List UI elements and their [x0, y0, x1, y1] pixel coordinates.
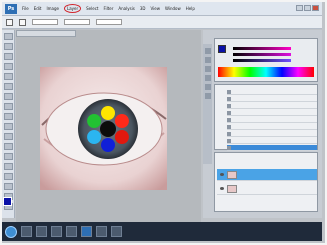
- history-state-row[interactable]: [227, 110, 317, 116]
- color-panel: [214, 38, 318, 82]
- taskbar-app-icon[interactable]: [36, 226, 47, 237]
- history-state-icon: [227, 139, 231, 143]
- close-button[interactable]: [312, 5, 319, 11]
- menu-analysis[interactable]: Analysis: [118, 6, 134, 11]
- iris-color-dot: [101, 138, 115, 152]
- taskbar-app-icon[interactable]: [111, 226, 122, 237]
- layer-row[interactable]: [217, 169, 317, 181]
- color-panel-foreground-swatch[interactable]: [218, 45, 226, 53]
- menu-3d[interactable]: 3D: [140, 6, 146, 11]
- panel-icon-5[interactable]: [204, 84, 211, 90]
- menu-help[interactable]: Help: [186, 6, 195, 11]
- opacity-field[interactable]: [64, 19, 90, 25]
- history-state-icon: [227, 111, 231, 115]
- move-tool-icon[interactable]: [3, 33, 13, 40]
- foreground-color-swatch[interactable]: [3, 197, 12, 206]
- marquee-tool-icon[interactable]: [3, 43, 13, 50]
- iris-color-dot: [87, 130, 102, 144]
- history-state-row[interactable]: [227, 103, 317, 109]
- lasso-tool-icon[interactable]: [3, 53, 13, 60]
- visibility-eye-icon[interactable]: [220, 187, 224, 190]
- eraser-tool-icon[interactable]: [3, 133, 13, 140]
- mode-select[interactable]: [32, 19, 58, 25]
- history-state-row[interactable]: [227, 117, 317, 123]
- eyedropper-tool-icon[interactable]: [3, 83, 13, 90]
- taskbar-app-icon[interactable]: [21, 226, 32, 237]
- layers-panel: [214, 152, 318, 212]
- menu-edit[interactable]: Edit: [34, 6, 42, 11]
- toolbox: [2, 30, 15, 218]
- menu-window[interactable]: Window: [165, 6, 181, 11]
- history-panel: [214, 84, 318, 151]
- panel-icon-1[interactable]: [204, 48, 211, 54]
- gradient-tool-icon[interactable]: [3, 143, 13, 150]
- panel-icon-6[interactable]: [204, 93, 211, 99]
- options-bar: [2, 16, 322, 29]
- visibility-eye-icon[interactable]: [220, 173, 224, 176]
- menu-layer[interactable]: Layer: [63, 4, 82, 13]
- layer-thumbnail: [227, 185, 237, 193]
- crop-tool-icon[interactable]: [3, 73, 13, 80]
- windows-taskbar: [2, 222, 322, 241]
- history-state-icon: [227, 97, 231, 101]
- window-controls: [296, 5, 319, 11]
- pupil: [100, 121, 116, 137]
- menu-image[interactable]: Image: [46, 6, 59, 11]
- color-spectrum-bar[interactable]: [218, 67, 314, 77]
- quick-select-tool-icon[interactable]: [3, 63, 13, 70]
- taskbar-photoshop-icon[interactable]: [81, 226, 92, 237]
- flow-field[interactable]: [96, 19, 122, 25]
- taskbar-app-icon[interactable]: [66, 226, 77, 237]
- document-tab[interactable]: [16, 30, 76, 37]
- history-state-row[interactable]: [227, 138, 317, 144]
- panel-icon-4[interactable]: [204, 75, 211, 81]
- clone-stamp-tool-icon[interactable]: [3, 113, 13, 120]
- taskbar-app-icon[interactable]: [96, 226, 107, 237]
- layer-thumbnail: [227, 171, 237, 179]
- layer-row[interactable]: [217, 183, 317, 195]
- history-state-row[interactable]: [227, 124, 317, 130]
- menu-file[interactable]: File: [22, 6, 29, 11]
- brush-tool-icon[interactable]: [3, 103, 13, 110]
- dodge-tool-icon[interactable]: [3, 163, 13, 170]
- history-state-row[interactable]: [227, 145, 317, 151]
- history-state-row[interactable]: [227, 96, 317, 102]
- photoshop-logo: Ps: [5, 3, 17, 14]
- red-slider[interactable]: [233, 47, 291, 50]
- healing-tool-icon[interactable]: [3, 93, 13, 100]
- iris-color-dot: [114, 114, 129, 128]
- history-state-icon: [227, 132, 231, 136]
- history-state-icon: [227, 146, 231, 150]
- iris-color-dot: [114, 130, 129, 144]
- history-state-row[interactable]: [227, 131, 317, 137]
- menu-bar: Ps File Edit Image Layer Select Filter A…: [2, 2, 322, 16]
- iris-color-dot: [101, 106, 115, 120]
- pen-tool-icon[interactable]: [3, 173, 13, 180]
- panel-icon-3[interactable]: [204, 66, 211, 72]
- panel-icon-strip: [203, 44, 212, 164]
- eye-photo[interactable]: [40, 67, 167, 190]
- history-brush-tool-icon[interactable]: [3, 123, 13, 130]
- type-tool-icon[interactable]: [3, 183, 13, 190]
- menu-view[interactable]: View: [151, 6, 161, 11]
- menu-select[interactable]: Select: [86, 6, 98, 11]
- history-state-icon: [227, 118, 231, 122]
- panel-icon-2[interactable]: [204, 57, 211, 63]
- menu-filter[interactable]: Filter: [103, 6, 113, 11]
- blur-tool-icon[interactable]: [3, 153, 13, 160]
- iris-color-dot: [87, 114, 102, 128]
- history-state-icon: [227, 104, 231, 108]
- history-state-icon: [227, 90, 231, 94]
- blue-slider[interactable]: [233, 59, 291, 62]
- minimize-button[interactable]: [296, 5, 303, 11]
- start-button[interactable]: [5, 225, 17, 238]
- taskbar-app-icon[interactable]: [51, 226, 62, 237]
- maximize-button[interactable]: [304, 5, 311, 11]
- history-state-row[interactable]: [227, 89, 317, 95]
- tool-preset-icon[interactable]: [6, 18, 13, 26]
- history-state-icon: [227, 125, 231, 129]
- green-slider[interactable]: [233, 53, 291, 56]
- brush-preset-icon[interactable]: [19, 18, 26, 26]
